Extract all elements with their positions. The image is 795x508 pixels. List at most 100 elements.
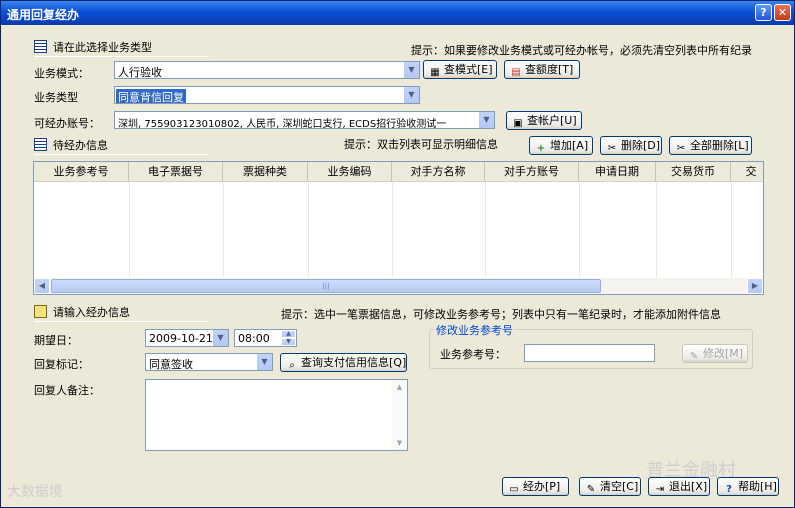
delete-all-label: 全部删除[L] (690, 139, 749, 152)
column-header[interactable]: 对手方账号 (485, 162, 579, 182)
exit-icon: ⇥ (655, 484, 665, 495)
printer-icon: ▭ (509, 484, 519, 495)
chevron-down-icon[interactable]: ▼ (403, 62, 419, 78)
calculator-icon: ▤ (511, 67, 521, 78)
scroll-right-icon[interactable]: ▶ (747, 278, 763, 294)
section-divider (34, 321, 209, 322)
scroll-up-icon[interactable]: ▲ (392, 380, 407, 394)
column-divider (223, 182, 224, 277)
type-label: 业务类型 (34, 91, 78, 104)
input-section-hint: 提示：选中一笔票据信息，可修改业务参考号；列表中只有一笔纪录时，才能添加附件信息 (281, 308, 721, 321)
exit-label: 退出[X] (669, 480, 708, 493)
account-icon: ▣ (513, 118, 523, 129)
column-header[interactable]: 交易货币 (656, 162, 731, 182)
document-icon (34, 40, 47, 53)
section-divider (34, 56, 209, 57)
reply-label: 回复标记： (34, 358, 89, 371)
type-select[interactable]: 同意背信回复 ▼ (114, 86, 420, 104)
app-window: 通用回复经办 ? ✕ 请在此选择业务类型 提示：如果要修改业务模式或可经办帐号，… (0, 0, 795, 508)
handle-button[interactable]: ▭ 经办[P] (502, 477, 569, 496)
column-header[interactable]: 申请日期 (579, 162, 656, 182)
mode-select-value: 人行验收 (118, 66, 162, 79)
spin-down-icon[interactable]: ▼ (281, 338, 296, 346)
modify-ref-group: 修改业务参考号 业务参考号： ✎ 修改[M] (429, 322, 753, 369)
column-divider (656, 182, 657, 277)
mode-label: 业务模式： (34, 67, 89, 80)
query-mode-label: 查模式[E] (444, 63, 493, 76)
reply-select[interactable]: 同意签收 ▼ (145, 353, 273, 371)
grid-icon: ▦ (430, 67, 440, 78)
select-section-label: 请在此选择业务类型 (53, 41, 152, 54)
chevron-down-icon[interactable]: ▼ (256, 354, 272, 370)
modify-label: 修改[M] (703, 347, 744, 360)
window-title: 通用回复经办 (7, 8, 80, 22)
vertical-scrollbar[interactable]: ▲ ▼ (392, 380, 407, 450)
clear-label: 清空[C] (600, 480, 639, 493)
query-credit-button[interactable]: ⌕ 查询支付信用信息[Q] (280, 353, 407, 372)
column-header[interactable]: 票据种类 (223, 162, 308, 182)
query-account-button[interactable]: ▣ 查帐户[U] (506, 111, 582, 130)
help-button[interactable]: ? 帮助[H] (717, 477, 779, 496)
title-bar[interactable]: 通用回复经办 ? ✕ (1, 1, 794, 25)
pending-table[interactable]: 业务参考号 电子票据号 票据种类 业务编码 对手方名称 对手方账号 申请日期 交… (33, 161, 764, 295)
delete-all-button[interactable]: ✂ 全部删除[L] (669, 136, 752, 155)
modify-button[interactable]: ✎ 修改[M] (682, 344, 748, 363)
spin-up-icon[interactable]: ▲ (281, 330, 296, 338)
account-select-value: 深圳, 755903123010802, 人民币, 深圳蛇口支行, ECDS招行… (118, 119, 447, 129)
column-header[interactable]: 电子票据号 (129, 162, 223, 182)
watermark-left: 大数据境 (7, 484, 63, 500)
scroll-thumb[interactable]: ||| (51, 279, 601, 293)
help-icon[interactable]: ? (755, 4, 772, 21)
column-header[interactable]: 对手方名称 (392, 162, 485, 182)
date-picker[interactable]: 2009-10-21 ▼ (145, 329, 229, 347)
ref-label: 业务参考号： (440, 348, 506, 361)
clear-button[interactable]: ✎ 清空[C] (579, 477, 641, 496)
delete-icon: ✂ (607, 143, 617, 154)
column-divider (308, 182, 309, 277)
chevron-down-icon[interactable]: ▼ (403, 87, 419, 103)
column-header[interactable]: 业务参考号 (34, 162, 129, 182)
input-section-label: 请输入经办信息 (53, 306, 130, 319)
plus-icon: + (536, 143, 546, 154)
type-select-value: 同意背信回复 (116, 89, 186, 104)
remark-label: 回复人备注： (34, 384, 100, 397)
modify-icon: ✎ (689, 351, 699, 362)
close-icon[interactable]: ✕ (774, 4, 791, 21)
query-mode-button[interactable]: ▦ 查模式[E] (423, 60, 497, 79)
edit-icon (34, 305, 47, 318)
input-section-title: 请输入经办信息 (34, 304, 130, 320)
question-icon: ? (726, 484, 732, 495)
exit-button[interactable]: ⇥ 退出[X] (648, 477, 710, 496)
date-label: 期望日： (34, 334, 78, 347)
reply-value: 同意签收 (149, 358, 193, 371)
column-header[interactable]: 交 (731, 162, 763, 182)
chevron-down-icon[interactable]: ▼ (212, 330, 228, 346)
ref-input[interactable] (524, 344, 655, 362)
table-header: 业务参考号 电子票据号 票据种类 业务编码 对手方名称 对手方账号 申请日期 交… (34, 162, 763, 182)
account-label: 可经办账号： (34, 117, 100, 130)
select-section-hint: 提示：如果要修改业务模式或可经办帐号，必须先清空列表中所有纪录 (411, 44, 752, 57)
section-divider (34, 154, 209, 155)
remark-textarea[interactable]: ▲ ▼ (145, 379, 408, 451)
chevron-down-icon[interactable]: ▼ (478, 112, 494, 128)
time-value: 08:00 (238, 332, 270, 345)
query-limit-button[interactable]: ▤ 查额度[T] (504, 60, 580, 79)
scroll-down-icon[interactable]: ▼ (392, 436, 407, 450)
column-divider (731, 182, 732, 277)
scroll-left-icon[interactable]: ◀ (34, 278, 50, 294)
delete-all-icon: ✂ (676, 143, 686, 154)
column-divider (129, 182, 130, 277)
delete-button[interactable]: ✂ 删除[D] (600, 136, 662, 155)
time-stepper[interactable]: 08:00 ▲ ▼ (234, 329, 297, 347)
handle-label: 经办[P] (523, 480, 561, 493)
account-select[interactable]: 深圳, 755903123010802, 人民币, 深圳蛇口支行, ECDS招行… (114, 111, 495, 129)
mode-select[interactable]: 人行验收 ▼ (114, 61, 420, 79)
time-spin[interactable]: ▲ ▼ (281, 330, 296, 346)
pending-section-title: 待经办信息 (34, 137, 108, 153)
add-button[interactable]: + 增加[A] (529, 136, 593, 155)
query-account-label: 查帐户[U] (527, 114, 577, 127)
column-header[interactable]: 业务编码 (308, 162, 392, 182)
select-section-title: 请在此选择业务类型 (34, 39, 152, 55)
horizontal-scrollbar[interactable]: ◀ ||| ▶ (34, 278, 763, 294)
modify-group-legend: 修改业务参考号 (434, 322, 515, 338)
